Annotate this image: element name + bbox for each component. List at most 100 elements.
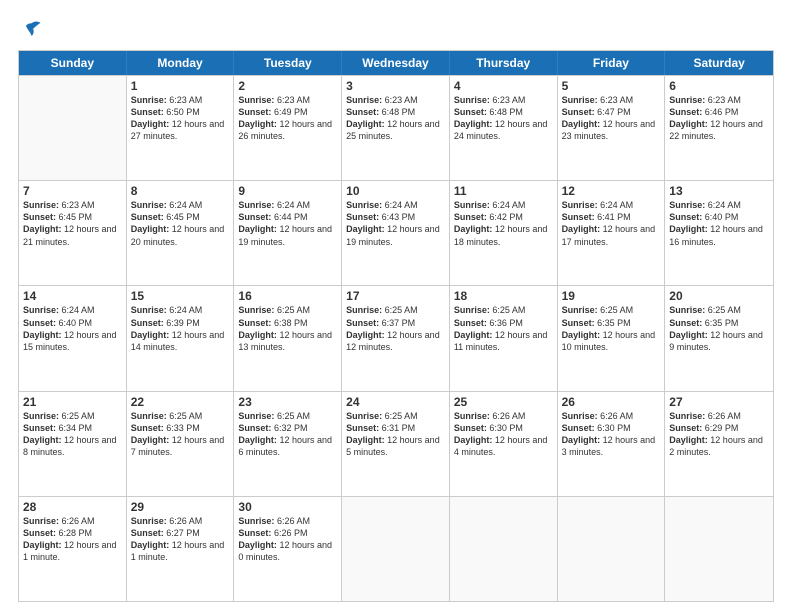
day-number: 1: [131, 79, 230, 93]
cell-sun-info: Sunrise: 6:25 AMSunset: 6:36 PMDaylight:…: [454, 304, 553, 353]
cell-sun-info: Sunrise: 6:25 AMSunset: 6:32 PMDaylight:…: [238, 410, 337, 459]
calendar-day-15: 15Sunrise: 6:24 AMSunset: 6:39 PMDayligh…: [127, 286, 235, 390]
calendar-empty-cell: [558, 497, 666, 601]
weekday-header-friday: Friday: [558, 51, 666, 75]
calendar-day-6: 6Sunrise: 6:23 AMSunset: 6:46 PMDaylight…: [665, 76, 773, 180]
day-number: 25: [454, 395, 553, 409]
calendar-day-27: 27Sunrise: 6:26 AMSunset: 6:29 PMDayligh…: [665, 392, 773, 496]
cell-sun-info: Sunrise: 6:23 AMSunset: 6:47 PMDaylight:…: [562, 94, 661, 143]
cell-sun-info: Sunrise: 6:26 AMSunset: 6:28 PMDaylight:…: [23, 515, 122, 564]
weekday-header-wednesday: Wednesday: [342, 51, 450, 75]
cell-sun-info: Sunrise: 6:24 AMSunset: 6:44 PMDaylight:…: [238, 199, 337, 248]
cell-sun-info: Sunrise: 6:23 AMSunset: 6:49 PMDaylight:…: [238, 94, 337, 143]
calendar-day-19: 19Sunrise: 6:25 AMSunset: 6:35 PMDayligh…: [558, 286, 666, 390]
calendar-day-22: 22Sunrise: 6:25 AMSunset: 6:33 PMDayligh…: [127, 392, 235, 496]
header: [18, 18, 774, 40]
day-number: 18: [454, 289, 553, 303]
calendar-day-12: 12Sunrise: 6:24 AMSunset: 6:41 PMDayligh…: [558, 181, 666, 285]
calendar-day-9: 9Sunrise: 6:24 AMSunset: 6:44 PMDaylight…: [234, 181, 342, 285]
logo-bird-icon: [20, 18, 42, 40]
day-number: 19: [562, 289, 661, 303]
cell-sun-info: Sunrise: 6:25 AMSunset: 6:38 PMDaylight:…: [238, 304, 337, 353]
calendar-day-23: 23Sunrise: 6:25 AMSunset: 6:32 PMDayligh…: [234, 392, 342, 496]
calendar-row-4: 28Sunrise: 6:26 AMSunset: 6:28 PMDayligh…: [19, 496, 773, 601]
day-number: 27: [669, 395, 769, 409]
cell-sun-info: Sunrise: 6:23 AMSunset: 6:50 PMDaylight:…: [131, 94, 230, 143]
calendar-row-2: 14Sunrise: 6:24 AMSunset: 6:40 PMDayligh…: [19, 285, 773, 390]
cell-sun-info: Sunrise: 6:25 AMSunset: 6:37 PMDaylight:…: [346, 304, 445, 353]
cell-sun-info: Sunrise: 6:24 AMSunset: 6:40 PMDaylight:…: [23, 304, 122, 353]
cell-sun-info: Sunrise: 6:26 AMSunset: 6:30 PMDaylight:…: [454, 410, 553, 459]
calendar-day-18: 18Sunrise: 6:25 AMSunset: 6:36 PMDayligh…: [450, 286, 558, 390]
calendar-empty-cell: [19, 76, 127, 180]
day-number: 20: [669, 289, 769, 303]
calendar-day-3: 3Sunrise: 6:23 AMSunset: 6:48 PMDaylight…: [342, 76, 450, 180]
calendar-day-30: 30Sunrise: 6:26 AMSunset: 6:26 PMDayligh…: [234, 497, 342, 601]
weekday-header-tuesday: Tuesday: [234, 51, 342, 75]
calendar-day-14: 14Sunrise: 6:24 AMSunset: 6:40 PMDayligh…: [19, 286, 127, 390]
calendar-body: 1Sunrise: 6:23 AMSunset: 6:50 PMDaylight…: [19, 75, 773, 601]
day-number: 13: [669, 184, 769, 198]
calendar-day-11: 11Sunrise: 6:24 AMSunset: 6:42 PMDayligh…: [450, 181, 558, 285]
calendar-row-0: 1Sunrise: 6:23 AMSunset: 6:50 PMDaylight…: [19, 75, 773, 180]
cell-sun-info: Sunrise: 6:26 AMSunset: 6:26 PMDaylight:…: [238, 515, 337, 564]
cell-sun-info: Sunrise: 6:25 AMSunset: 6:34 PMDaylight:…: [23, 410, 122, 459]
cell-sun-info: Sunrise: 6:26 AMSunset: 6:27 PMDaylight:…: [131, 515, 230, 564]
cell-sun-info: Sunrise: 6:25 AMSunset: 6:31 PMDaylight:…: [346, 410, 445, 459]
calendar-day-5: 5Sunrise: 6:23 AMSunset: 6:47 PMDaylight…: [558, 76, 666, 180]
day-number: 16: [238, 289, 337, 303]
cell-sun-info: Sunrise: 6:24 AMSunset: 6:43 PMDaylight:…: [346, 199, 445, 248]
calendar-day-28: 28Sunrise: 6:26 AMSunset: 6:28 PMDayligh…: [19, 497, 127, 601]
cell-sun-info: Sunrise: 6:23 AMSunset: 6:48 PMDaylight:…: [346, 94, 445, 143]
day-number: 22: [131, 395, 230, 409]
cell-sun-info: Sunrise: 6:24 AMSunset: 6:42 PMDaylight:…: [454, 199, 553, 248]
weekday-header-saturday: Saturday: [665, 51, 773, 75]
day-number: 15: [131, 289, 230, 303]
cell-sun-info: Sunrise: 6:26 AMSunset: 6:29 PMDaylight:…: [669, 410, 769, 459]
day-number: 12: [562, 184, 661, 198]
calendar-day-8: 8Sunrise: 6:24 AMSunset: 6:45 PMDaylight…: [127, 181, 235, 285]
calendar-day-29: 29Sunrise: 6:26 AMSunset: 6:27 PMDayligh…: [127, 497, 235, 601]
day-number: 8: [131, 184, 230, 198]
calendar-day-1: 1Sunrise: 6:23 AMSunset: 6:50 PMDaylight…: [127, 76, 235, 180]
calendar-day-20: 20Sunrise: 6:25 AMSunset: 6:35 PMDayligh…: [665, 286, 773, 390]
cell-sun-info: Sunrise: 6:25 AMSunset: 6:33 PMDaylight:…: [131, 410, 230, 459]
calendar-day-13: 13Sunrise: 6:24 AMSunset: 6:40 PMDayligh…: [665, 181, 773, 285]
weekday-header-monday: Monday: [127, 51, 235, 75]
day-number: 5: [562, 79, 661, 93]
day-number: 6: [669, 79, 769, 93]
day-number: 10: [346, 184, 445, 198]
day-number: 2: [238, 79, 337, 93]
day-number: 30: [238, 500, 337, 514]
day-number: 9: [238, 184, 337, 198]
cell-sun-info: Sunrise: 6:24 AMSunset: 6:41 PMDaylight:…: [562, 199, 661, 248]
cell-sun-info: Sunrise: 6:24 AMSunset: 6:40 PMDaylight:…: [669, 199, 769, 248]
calendar-day-24: 24Sunrise: 6:25 AMSunset: 6:31 PMDayligh…: [342, 392, 450, 496]
cell-sun-info: Sunrise: 6:23 AMSunset: 6:48 PMDaylight:…: [454, 94, 553, 143]
cell-sun-info: Sunrise: 6:26 AMSunset: 6:30 PMDaylight:…: [562, 410, 661, 459]
day-number: 28: [23, 500, 122, 514]
day-number: 17: [346, 289, 445, 303]
calendar-day-7: 7Sunrise: 6:23 AMSunset: 6:45 PMDaylight…: [19, 181, 127, 285]
day-number: 21: [23, 395, 122, 409]
calendar-row-3: 21Sunrise: 6:25 AMSunset: 6:34 PMDayligh…: [19, 391, 773, 496]
day-number: 24: [346, 395, 445, 409]
calendar-day-2: 2Sunrise: 6:23 AMSunset: 6:49 PMDaylight…: [234, 76, 342, 180]
calendar-day-25: 25Sunrise: 6:26 AMSunset: 6:30 PMDayligh…: [450, 392, 558, 496]
calendar-day-10: 10Sunrise: 6:24 AMSunset: 6:43 PMDayligh…: [342, 181, 450, 285]
day-number: 14: [23, 289, 122, 303]
calendar-day-4: 4Sunrise: 6:23 AMSunset: 6:48 PMDaylight…: [450, 76, 558, 180]
logo-text: [18, 18, 42, 40]
weekday-header-sunday: Sunday: [19, 51, 127, 75]
cell-sun-info: Sunrise: 6:24 AMSunset: 6:39 PMDaylight:…: [131, 304, 230, 353]
calendar-day-21: 21Sunrise: 6:25 AMSunset: 6:34 PMDayligh…: [19, 392, 127, 496]
cell-sun-info: Sunrise: 6:23 AMSunset: 6:46 PMDaylight:…: [669, 94, 769, 143]
cell-sun-info: Sunrise: 6:23 AMSunset: 6:45 PMDaylight:…: [23, 199, 122, 248]
calendar-empty-cell: [342, 497, 450, 601]
day-number: 23: [238, 395, 337, 409]
calendar-empty-cell: [450, 497, 558, 601]
calendar-row-1: 7Sunrise: 6:23 AMSunset: 6:45 PMDaylight…: [19, 180, 773, 285]
cell-sun-info: Sunrise: 6:24 AMSunset: 6:45 PMDaylight:…: [131, 199, 230, 248]
calendar-day-26: 26Sunrise: 6:26 AMSunset: 6:30 PMDayligh…: [558, 392, 666, 496]
calendar-day-16: 16Sunrise: 6:25 AMSunset: 6:38 PMDayligh…: [234, 286, 342, 390]
